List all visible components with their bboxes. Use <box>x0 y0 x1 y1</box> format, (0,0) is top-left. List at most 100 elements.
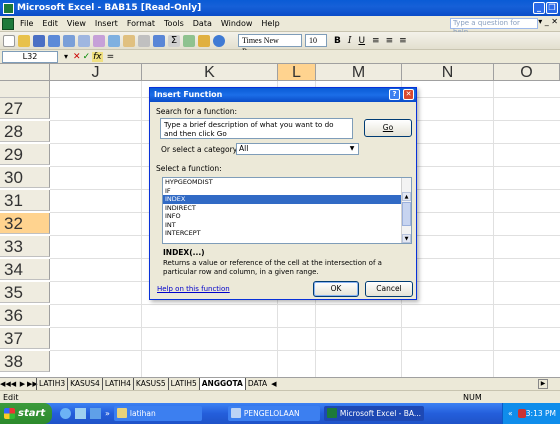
list-item[interactable]: INT <box>163 221 411 230</box>
row-header[interactable]: 36 <box>0 305 50 326</box>
start-button[interactable]: start <box>0 403 52 424</box>
open-icon[interactable] <box>18 34 30 47</box>
cancel-formula-icon[interactable]: ✕ <box>73 52 81 62</box>
last-sheet-icon[interactable]: ▶▶ <box>27 380 38 388</box>
workbook-icon[interactable] <box>2 17 14 30</box>
close-icon[interactable]: ✕ <box>403 89 414 100</box>
minimize-button[interactable]: _ <box>533 2 545 14</box>
function-list[interactable]: HYPGEOMDIST IF INDEX INDIRECT INFO INT I… <box>162 177 412 244</box>
spelling-icon[interactable] <box>93 34 105 47</box>
menu-help[interactable]: Help <box>261 19 279 28</box>
save-icon[interactable] <box>33 34 45 47</box>
menu-insert[interactable]: Insert <box>95 19 118 28</box>
copy-icon[interactable] <box>108 34 120 47</box>
row-header[interactable]: 34 <box>0 259 50 280</box>
desktop-icon[interactable] <box>75 408 86 419</box>
font-name-select[interactable]: Times New Roman <box>238 34 302 56</box>
list-item-selected[interactable]: INDEX <box>163 195 411 204</box>
list-item[interactable]: INTERCEPT <box>163 229 411 238</box>
help-on-function-link[interactable]: Help on this function <box>157 285 230 293</box>
name-box-dropdown-icon[interactable]: ▾ <box>64 52 68 61</box>
antivirus-icon[interactable] <box>518 409 526 418</box>
cancel-button[interactable]: Cancel <box>365 281 413 297</box>
column-header-o[interactable]: O <box>494 64 560 81</box>
undo-icon[interactable] <box>138 34 150 47</box>
row-header-selected[interactable]: 32 <box>0 213 50 234</box>
enter-formula-icon[interactable]: ✓ <box>83 52 91 62</box>
menu-file[interactable]: File <box>20 19 33 28</box>
list-item[interactable]: IF <box>163 187 411 196</box>
function-list-scrollbar[interactable]: ▲ ▼ <box>401 178 411 243</box>
print-preview-icon[interactable] <box>78 34 90 47</box>
restore-button[interactable]: ❐ <box>546 2 558 14</box>
list-item[interactable]: INDIRECT <box>163 204 411 213</box>
print-icon[interactable] <box>63 34 75 47</box>
row-header[interactable]: 29 <box>0 144 50 165</box>
menu-format[interactable]: Format <box>127 19 155 28</box>
name-box[interactable]: L32 <box>2 50 58 63</box>
sort-ascending-icon[interactable] <box>183 34 195 47</box>
row-header[interactable]: 30 <box>0 167 50 188</box>
paste-icon[interactable] <box>123 34 135 47</box>
close-workbook-icon[interactable]: ▾ _ ✕ <box>538 17 558 26</box>
menu-window[interactable]: Window <box>221 19 253 28</box>
first-sheet-icon[interactable]: ◀◀ <box>0 380 11 388</box>
list-item[interactable]: HYPGEOMDIST <box>163 178 411 187</box>
chart-wizard-icon[interactable] <box>198 34 210 47</box>
sheet-tab[interactable]: DATA <box>244 378 269 390</box>
go-button[interactable]: Go <box>364 119 412 137</box>
column-header-m[interactable]: M <box>316 64 402 81</box>
align-center-icon[interactable]: ≡ <box>386 36 394 46</box>
ie-icon[interactable] <box>60 408 71 419</box>
help-icon[interactable] <box>213 34 225 47</box>
help-question-input[interactable]: Type a question for help <box>450 18 538 36</box>
search-function-input[interactable]: Type a brief description of what you wan… <box>160 118 353 139</box>
new-icon[interactable] <box>3 34 15 47</box>
permission-icon[interactable] <box>48 34 60 47</box>
hscroll-right-icon[interactable]: ▶ <box>538 379 548 389</box>
row-header[interactable]: 37 <box>0 328 50 349</box>
prev-sheet-icon[interactable]: ◀ <box>9 380 18 388</box>
formula-input[interactable]: = <box>107 52 115 62</box>
menu-data[interactable]: Data <box>193 19 212 28</box>
taskbar-item-latihan[interactable]: latihan <box>113 406 202 421</box>
sheet-tab[interactable]: KASUS4 <box>67 378 102 390</box>
category-select[interactable]: All ▼ <box>236 143 359 155</box>
menu-tools[interactable]: Tools <box>164 19 184 28</box>
chevron-down-icon[interactable]: ▼ <box>347 144 357 154</box>
italic-icon[interactable]: I <box>348 36 352 46</box>
tray-expand-icon[interactable]: « <box>508 403 513 424</box>
insert-function-icon[interactable]: fx <box>92 51 103 62</box>
hyperlink-icon[interactable] <box>153 34 165 47</box>
row-header[interactable]: 31 <box>0 190 50 211</box>
column-header-l[interactable]: L <box>278 64 316 81</box>
align-left-icon[interactable]: ≡ <box>372 36 380 46</box>
help-question-icon[interactable]: ? <box>389 89 400 100</box>
font-size-select[interactable]: 10 <box>305 34 327 47</box>
bold-icon[interactable]: B <box>334 36 341 46</box>
scroll-thumb[interactable] <box>402 202 411 226</box>
column-header-n[interactable]: N <box>402 64 494 81</box>
row-header[interactable]: 27 <box>0 98 50 119</box>
column-header-j[interactable]: J <box>50 64 142 81</box>
row-header[interactable]: 28 <box>0 121 50 142</box>
taskbar-item-pengelolaan[interactable]: PENGELOLAAN SIMP... <box>227 406 320 433</box>
autosum-icon[interactable]: Σ <box>168 34 180 47</box>
align-right-icon[interactable]: ≡ <box>399 36 407 46</box>
sheet-tab[interactable]: LATIH3 <box>36 378 67 390</box>
row-header[interactable]: 35 <box>0 282 50 303</box>
column-header-k[interactable]: K <box>142 64 278 81</box>
row-header[interactable]: 33 <box>0 236 50 257</box>
scroll-down-icon[interactable]: ▼ <box>402 234 411 243</box>
menu-view[interactable]: View <box>67 19 86 28</box>
menu-edit[interactable]: Edit <box>42 19 58 28</box>
next-sheet-icon[interactable]: ▶ <box>18 380 27 388</box>
quicklaunch-more-icon[interactable]: » <box>105 409 110 418</box>
sheet-tab-active[interactable]: ANGGOTA <box>198 378 245 390</box>
taskbar-item-excel[interactable]: Microsoft Excel - BA... <box>323 406 424 421</box>
sheet-tab[interactable]: LATIH4 <box>101 378 133 390</box>
sheet-tab[interactable]: KASUS5 <box>132 378 168 390</box>
scroll-up-icon[interactable]: ▲ <box>402 192 411 201</box>
sheet-tab[interactable]: LATIH5 <box>167 378 199 390</box>
underline-icon[interactable]: U <box>358 36 365 46</box>
